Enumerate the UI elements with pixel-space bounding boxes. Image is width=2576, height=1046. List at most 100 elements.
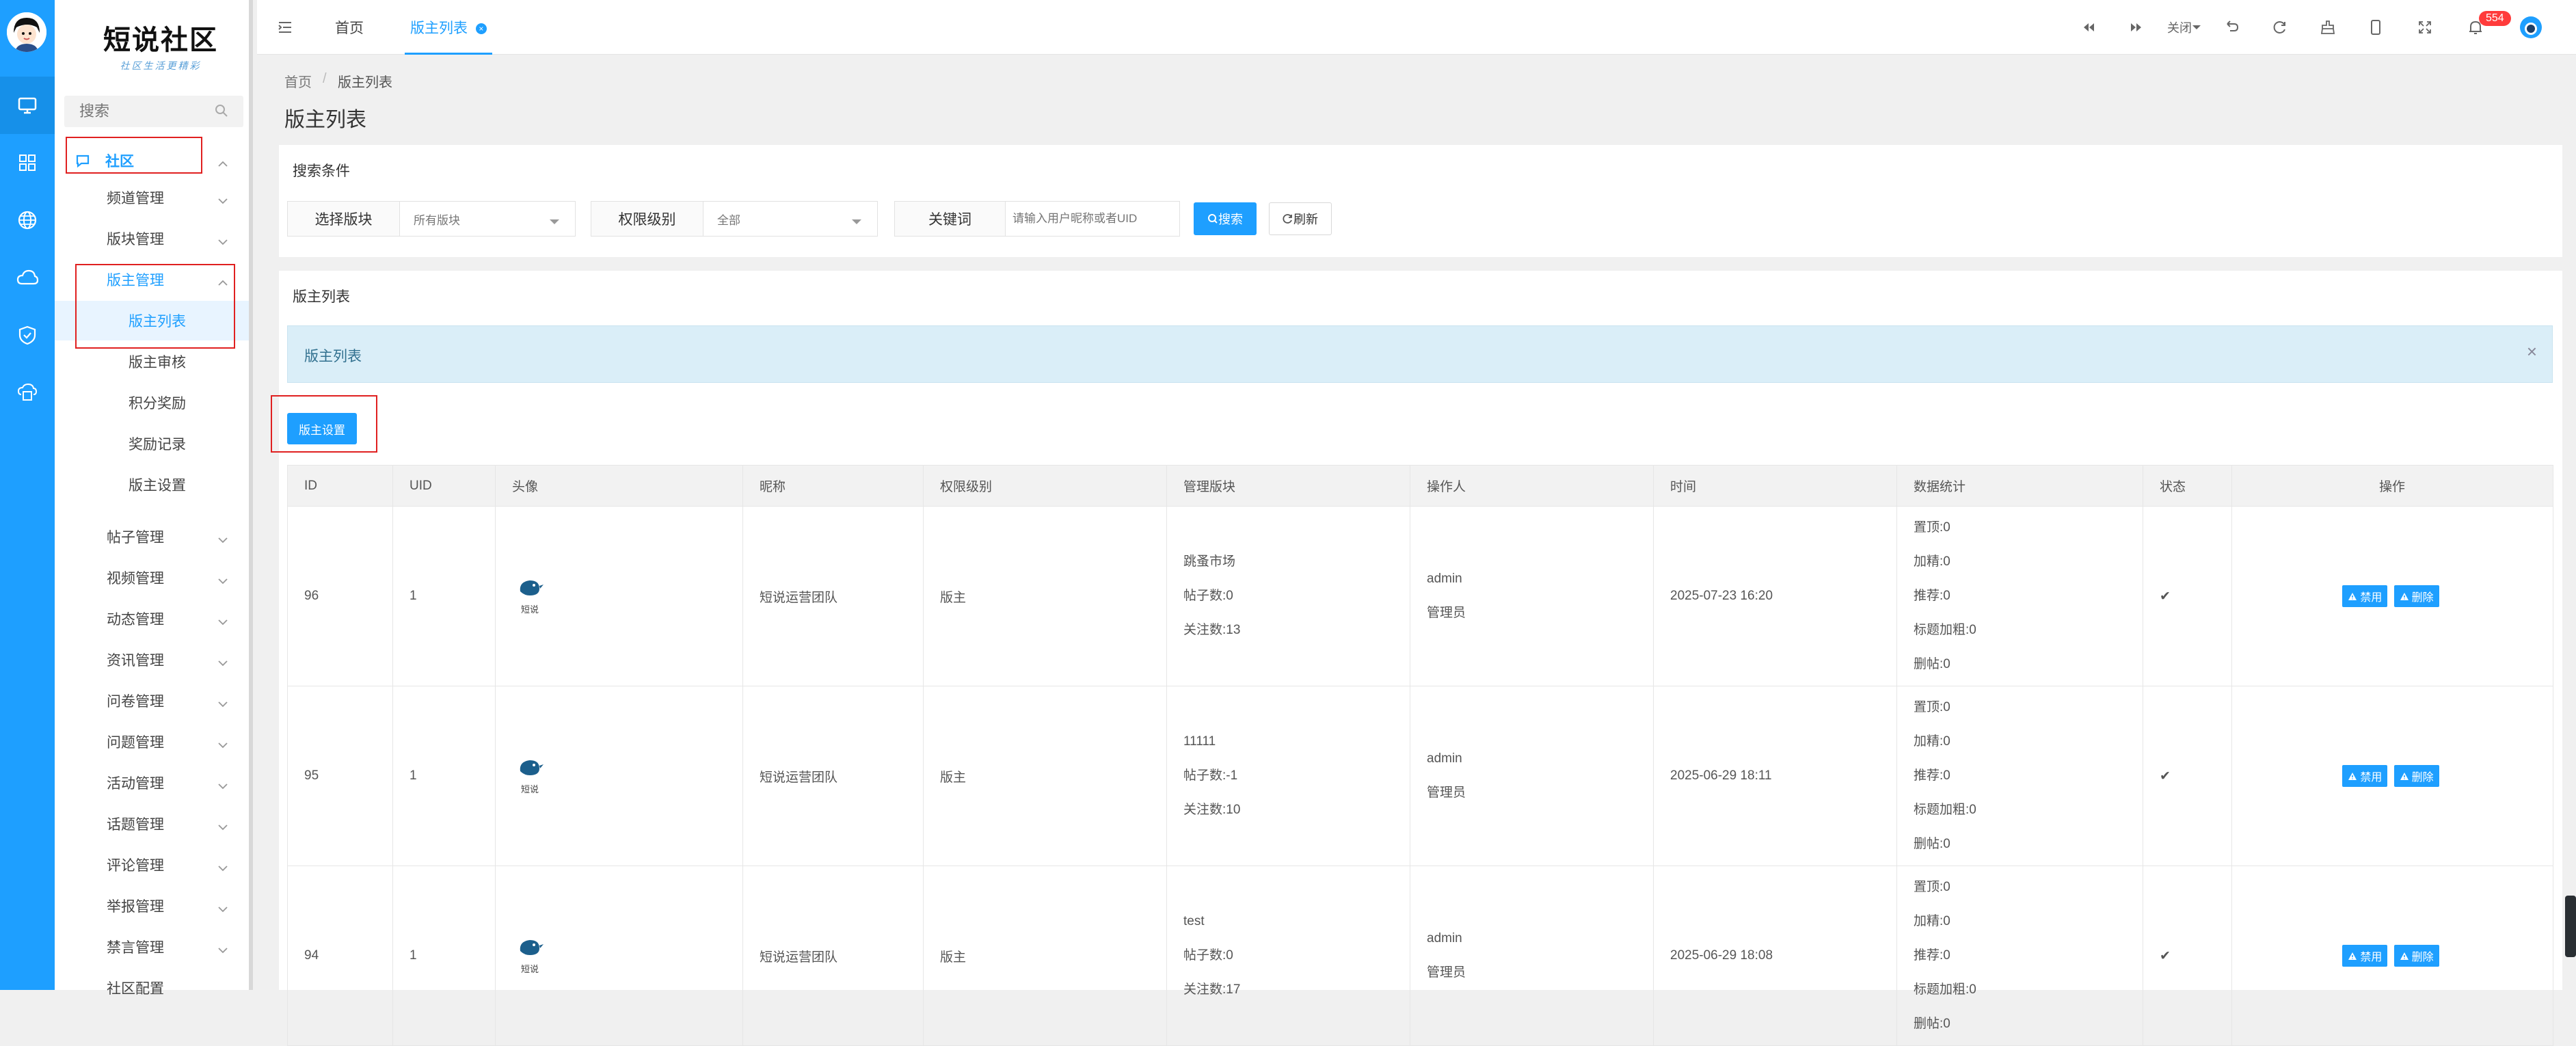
scroll-right-icon[interactable] — [2128, 18, 2145, 36]
warning-icon — [2348, 772, 2357, 780]
close-tabs-dropdown[interactable]: 关闭 — [2162, 18, 2207, 36]
tab-moderator-list[interactable]: 版主列表 × — [405, 0, 492, 55]
sidebar-item-news[interactable]: 资讯管理 — [55, 640, 249, 680]
sidebar-item-moderator-list[interactable]: 版主列表 — [55, 301, 249, 340]
page-scrollbar[interactable] — [2565, 896, 2576, 957]
delete-button[interactable]: 删除 — [2393, 585, 2439, 607]
table-header-row: ID UID 头像 昵称 权限级别 管理版块 操作人 时间 数据统计 状态 操作 — [287, 465, 2553, 507]
avatar-caption: 短说 — [520, 604, 539, 615]
sidebar-item-label: 问题管理 — [107, 735, 164, 751]
cell-operator: admin 管理员 — [1410, 686, 1654, 866]
status-check-icon: ✔ — [2160, 589, 2171, 604]
sidebar-item-topics[interactable]: 话题管理 — [55, 804, 249, 844]
logo: 短说社区 社区生活更精彩 — [96, 18, 226, 72]
block-name: 跳蚤市场 — [1183, 554, 1236, 569]
moderator-settings-button[interactable]: 版主设置 — [287, 413, 357, 444]
search-icon[interactable] — [215, 104, 228, 121]
sidebar-item-moderator[interactable]: 版主管理 — [55, 260, 249, 299]
rail-printer-button[interactable] — [0, 364, 55, 421]
stat-line: 标题加粗:0 — [1914, 982, 1976, 997]
rail-monitor-button[interactable] — [0, 77, 55, 134]
table-row: 95 1 短说 短说运营团队 版主 11111 帖子数:-1 关注数:10 ad… — [287, 686, 2553, 866]
close-icon[interactable]: × — [2527, 341, 2537, 362]
stat-line: 置顶:0 — [1914, 880, 1950, 894]
disable-button[interactable]: 禁用 — [2342, 765, 2388, 787]
fullscreen-icon[interactable] — [2416, 18, 2434, 36]
col-header-level: 权限级别 — [923, 465, 1167, 507]
sidebar-item-mute[interactable]: 禁言管理 — [55, 927, 249, 967]
breadcrumb-separator: / — [323, 71, 327, 86]
sidebar-item-label: 举报管理 — [107, 899, 164, 915]
list-panel-title: 版主列表 — [293, 289, 350, 305]
sidebar-item-comments[interactable]: 评论管理 — [55, 845, 249, 885]
warning-icon — [2400, 592, 2409, 600]
notification-badge: 554 — [2479, 11, 2511, 26]
sidebar-item-moderator-review[interactable]: 版主审核 — [55, 342, 249, 381]
clear-cache-icon[interactable] — [2319, 18, 2337, 36]
user-avatar[interactable] — [7, 12, 46, 52]
chevron-down-icon — [217, 696, 228, 712]
rail-cloud-button[interactable] — [0, 249, 55, 306]
block-posts: 帖子数:-1 — [1183, 768, 1238, 783]
cell-uid: 1 — [392, 686, 496, 866]
refresh-button[interactable]: 刷新 — [1269, 202, 1332, 235]
menu-fold-icon[interactable] — [276, 18, 294, 36]
level-select[interactable]: 权限级别 全部 — [591, 201, 878, 237]
sidebar-item-label: 积分奖励 — [129, 396, 186, 412]
sidebar-item-label: 版主审核 — [129, 355, 186, 371]
cell-operator: admin 管理员 — [1410, 506, 1654, 686]
block-select-label: 选择版块 — [288, 202, 400, 236]
operator-role: 管理员 — [1427, 786, 1466, 800]
sidebar-item-community[interactable]: 社区 — [55, 141, 249, 180]
refresh-icon[interactable] — [2271, 18, 2289, 36]
sidebar-item-survey[interactable]: 问卷管理 — [55, 681, 249, 721]
disable-button[interactable]: 禁用 — [2342, 945, 2388, 967]
cell-time: 2025-06-29 18:08 — [1653, 866, 1897, 1046]
table-row: 96 1 短说 短说运营团队 版主 跳蚤市场 帖子数:0 关注数:13 admi… — [287, 506, 2553, 686]
avatar-icon — [7, 12, 46, 52]
cell-avatar: 短说 — [495, 506, 743, 686]
sidebar-item-posts[interactable]: 帖子管理 — [55, 517, 249, 556]
mobile-icon[interactable] — [2367, 18, 2385, 36]
sidebar-search-input[interactable] — [64, 96, 201, 127]
sidebar-item-reports[interactable]: 举报管理 — [55, 886, 249, 926]
sidebar-item-label: 资讯管理 — [107, 653, 164, 669]
stat-line: 删帖:0 — [1914, 1017, 1950, 1031]
chat-icon — [75, 153, 90, 172]
rail-apps-button[interactable] — [0, 134, 55, 191]
operator-name: admin — [1427, 931, 1462, 946]
caret-down-icon — [851, 217, 862, 229]
sidebar-item-block[interactable]: 版块管理 — [55, 219, 249, 258]
sidebar-item-label: 版主管理 — [107, 273, 164, 289]
cell-stats: 置顶:0 加精:0 推荐:0 标题加粗:0 删帖:0 — [1896, 506, 2143, 686]
disable-button[interactable]: 禁用 — [2342, 585, 2388, 607]
user-avatar-small[interactable] — [2520, 16, 2542, 38]
breadcrumb-home[interactable]: 首页 — [284, 71, 312, 91]
block-select[interactable]: 选择版块 所有版块 — [287, 201, 576, 237]
stat-line: 推荐:0 — [1914, 948, 1950, 963]
cell-id: 95 — [287, 686, 393, 866]
sidebar-item-dynamics[interactable]: 动态管理 — [55, 599, 249, 639]
sidebar-item-community-config[interactable]: 社区配置 — [55, 968, 249, 1008]
cell-block: test 帖子数:0 关注数:17 — [1166, 866, 1410, 1046]
rail-shield-button[interactable] — [0, 306, 55, 364]
keyword-input[interactable] — [1011, 206, 1175, 232]
delete-button[interactable]: 删除 — [2393, 765, 2439, 787]
sidebar-item-reward-records[interactable]: 奖励记录 — [55, 424, 249, 464]
sidebar-item-activities[interactable]: 活动管理 — [55, 763, 249, 803]
rail-globe-button[interactable] — [0, 191, 55, 249]
sidebar-item-points-reward[interactable]: 积分奖励 — [55, 383, 249, 423]
sidebar-item-label: 问卷管理 — [107, 694, 164, 710]
sidebar-item-moderator-settings[interactable]: 版主设置 — [55, 465, 249, 505]
search-button[interactable]: 搜索 — [1194, 202, 1257, 235]
tab-close-icon[interactable]: × — [475, 23, 487, 35]
chevron-down-icon — [217, 532, 228, 548]
tab-home[interactable]: 首页 — [335, 0, 364, 55]
undo-icon[interactable] — [2223, 18, 2241, 36]
scroll-left-icon[interactable] — [2080, 18, 2097, 36]
sidebar-item-videos[interactable]: 视频管理 — [55, 558, 249, 598]
sidebar-item-channel[interactable]: 频道管理 — [55, 178, 249, 217]
sidebar-item-questions[interactable]: 问题管理 — [55, 722, 249, 762]
delete-button[interactable]: 删除 — [2393, 945, 2439, 967]
bird-logo-icon — [520, 939, 544, 955]
